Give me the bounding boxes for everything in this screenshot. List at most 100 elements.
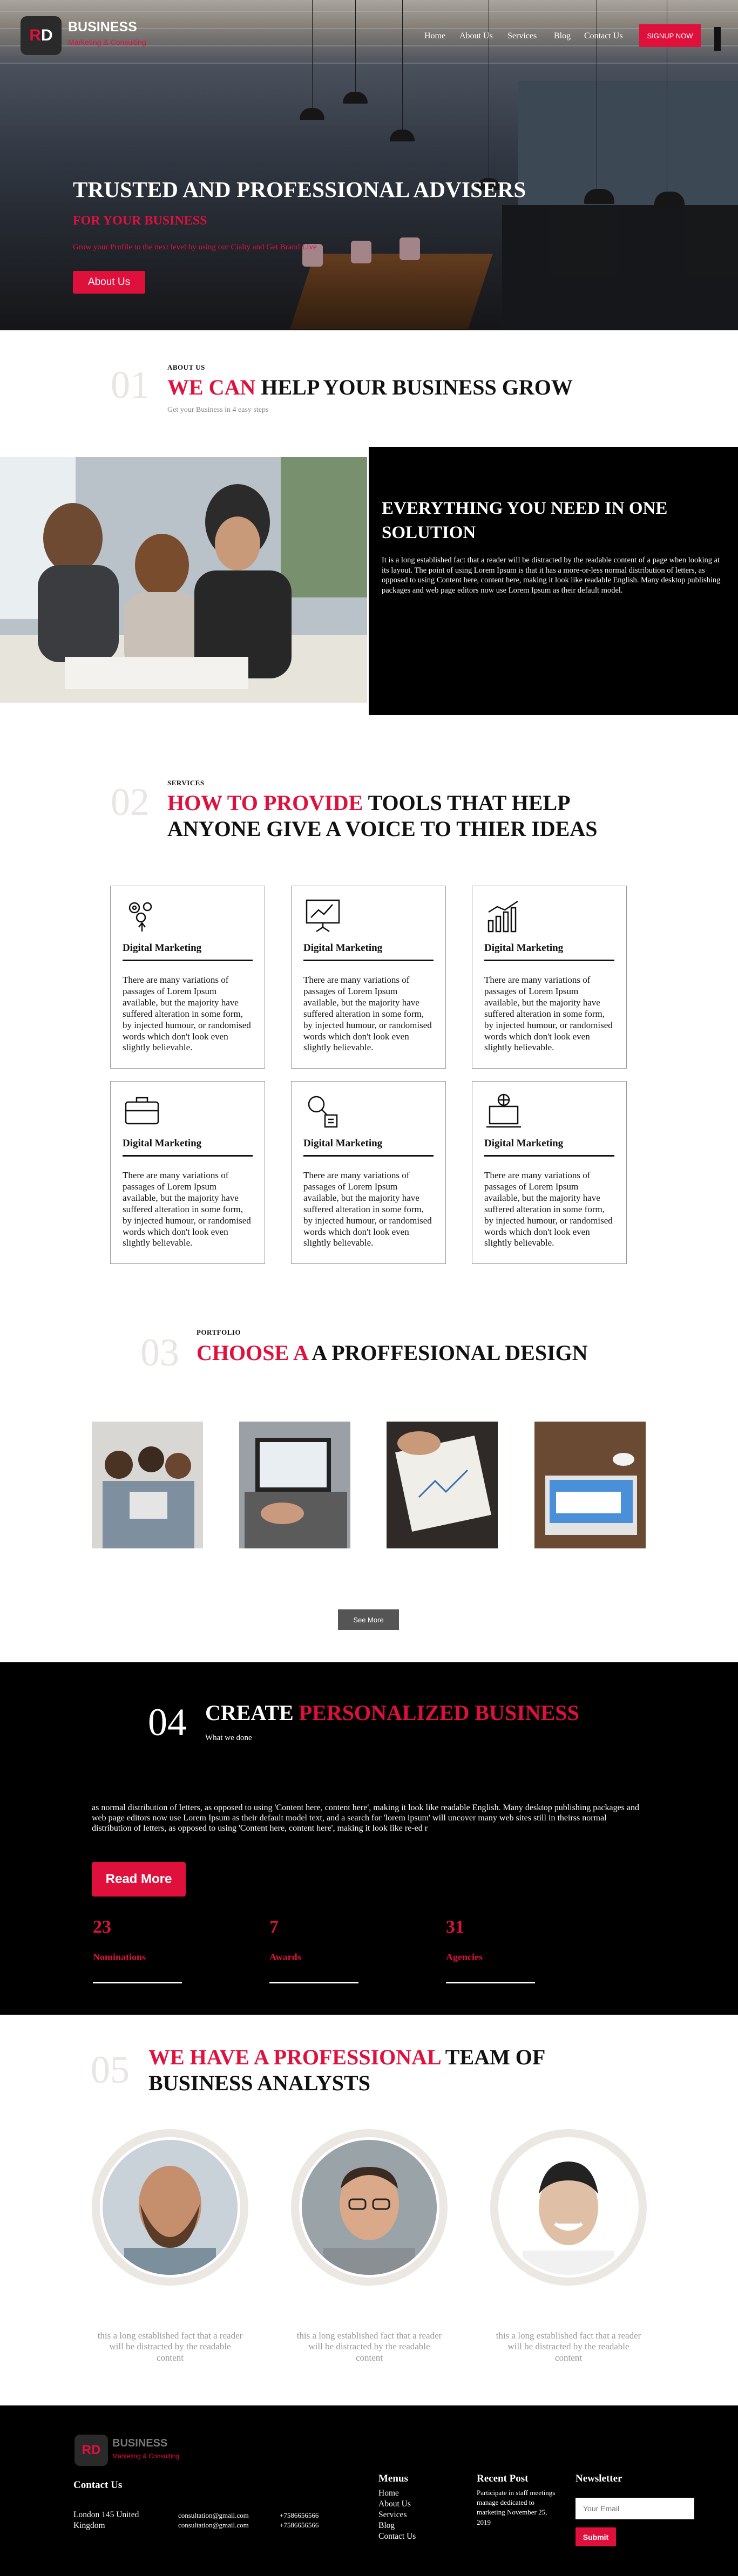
hero-title: TRUSTED AND PROFESSIONAL ADVISERS <box>73 177 526 202</box>
stat-label: Awards <box>269 1952 301 1962</box>
footer-phone[interactable]: +7586656566 <box>280 2520 319 2530</box>
footer-contact-heading: Contact Us <box>73 2479 123 2491</box>
service-card[interactable]: Digital Marketing There are many variati… <box>291 1081 446 1264</box>
stat-divider <box>446 1982 535 1983</box>
portfolio-image[interactable] <box>92 1422 203 1548</box>
team-member-photo[interactable] <box>92 2129 248 2286</box>
stat-divider <box>93 1982 182 1983</box>
read-more-button[interactable]: Read More <box>92 1862 186 1897</box>
section-subtitle: Get your Business in 4 easy steps <box>167 406 269 414</box>
page: RD BUSINESS Marketing & Consulting Home … <box>0 0 738 2576</box>
stat-number: 31 <box>446 1917 464 1937</box>
footer-newsletter-heading: Newsletter <box>575 2473 622 2484</box>
solution-text: It is a long established fact that a rea… <box>382 556 721 595</box>
section-number: 03 <box>140 1331 179 1374</box>
stat-divider <box>269 1982 358 1983</box>
service-card-title: Digital Marketing <box>123 1138 202 1149</box>
see-more-button[interactable]: See More <box>338 1609 399 1630</box>
service-card[interactable]: Digital Marketing There are many variati… <box>291 886 446 1069</box>
brand-tagline: Marketing & Consulting <box>68 38 146 46</box>
service-card[interactable]: Digital Marketing There are many variati… <box>472 886 627 1069</box>
section-title: WE CAN HELP YOUR BUSINESS GROW <box>167 375 573 399</box>
section-title: CREATE PERSONALIZED BUSINESS <box>205 1701 579 1725</box>
footer-menu-about[interactable]: About Us <box>378 2499 411 2510</box>
service-card-text: There are many variations of passages of… <box>303 1170 432 1248</box>
global-laptop-icon <box>486 1093 521 1128</box>
section-number: 01 <box>111 363 150 406</box>
menu-toggle-bar[interactable] <box>714 27 721 51</box>
section-number: 04 <box>148 1701 187 1744</box>
newsletter-submit-button[interactable]: Submit <box>575 2527 616 2546</box>
stat-label: Agencies <box>446 1952 483 1962</box>
service-card[interactable]: Digital Marketing There are many variati… <box>110 1081 265 1264</box>
section-number: 05 <box>91 2048 130 2091</box>
section-number: 02 <box>111 780 150 824</box>
portfolio-image[interactable] <box>239 1422 350 1548</box>
service-card-title: Digital Marketing <box>123 942 202 954</box>
service-card[interactable]: Digital Marketing There are many variati… <box>472 1081 627 1264</box>
footer-email[interactable]: consultation@gmail.com <box>178 2520 249 2530</box>
logo[interactable]: RD <box>21 16 62 55</box>
footer-logo[interactable]: RD <box>75 2435 108 2466</box>
footer-menus-heading: Menus <box>378 2473 408 2484</box>
footer-menu-services[interactable]: Services <box>378 2510 407 2520</box>
footer-recent-post[interactable]: Participate in staff meetings manage ded… <box>477 2488 558 2527</box>
presentation-chart-icon <box>306 899 340 933</box>
service-card-title: Digital Marketing <box>303 1138 383 1149</box>
service-card-title: Digital Marketing <box>303 942 383 954</box>
service-card-text: There are many variations of passages of… <box>123 975 251 1053</box>
section-eyebrow: SERVICES <box>167 779 205 787</box>
team-working-image <box>0 457 367 703</box>
gears-icon <box>128 902 152 932</box>
footer-logo-mark: RD <box>82 2443 101 2457</box>
stat-label: Nominations <box>93 1952 146 1962</box>
footer-brand-tagline: Marketing & Consulting <box>112 2452 180 2460</box>
logo-mark: RD <box>29 26 53 44</box>
nav-home[interactable]: Home <box>424 31 445 41</box>
stat-number: 23 <box>93 1917 111 1937</box>
signup-button[interactable]: SIGNUP NOW <box>639 24 701 47</box>
service-card-title: Digital Marketing <box>484 1138 564 1149</box>
footer-menu-contact[interactable]: Contact Us <box>378 2531 416 2542</box>
portfolio-image[interactable] <box>387 1422 498 1548</box>
section-title: WE HAVE A PROFESSIONAL TEAM OF BUSINESS A… <box>148 2045 546 2095</box>
solution-title: EVERYTHING YOU NEED IN ONE SOLUTION <box>382 499 668 542</box>
footer-address: London 145 United Kingdom <box>73 2510 139 2531</box>
portfolio-image[interactable] <box>534 1422 646 1548</box>
service-card-text: There are many variations of passages of… <box>303 975 432 1053</box>
section-subtitle: What we done <box>205 1734 252 1742</box>
footer-menu-blog[interactable]: Blog <box>378 2520 395 2531</box>
footer-email[interactable]: consultation@gmail.com <box>178 2511 249 2520</box>
footer-brand-name: BUSINESS <box>112 2437 168 2449</box>
stat-number: 7 <box>269 1917 279 1937</box>
hero-subtitle: FOR YOUR BUSINESS <box>73 214 207 228</box>
brand-name: BUSINESS <box>68 19 137 35</box>
team-member-caption: this a long established fact that a read… <box>496 2330 641 2363</box>
footer-phone[interactable]: +7586656566 <box>280 2511 319 2520</box>
nav-services[interactable]: Services <box>507 31 537 41</box>
service-card-text: There are many variations of passages of… <box>123 1170 251 1248</box>
team-member-photo[interactable] <box>291 2129 448 2286</box>
nav-blog[interactable]: Blog <box>554 31 571 41</box>
search-analytics-icon <box>308 1096 338 1128</box>
service-card-text: There are many variations of passages of… <box>484 975 613 1053</box>
section-eyebrow: PORTFOLIO <box>197 1328 241 1336</box>
bar-chart-growth-icon <box>488 900 518 933</box>
section-title: CHOOSE A A PROFFESIONAL DESIGN <box>197 1341 588 1365</box>
team-member-caption: this a long established fact that a read… <box>296 2330 442 2363</box>
footer-menu-home[interactable]: Home <box>378 2488 399 2499</box>
hero-tagline: Grow your Profile to the next level by u… <box>73 243 317 252</box>
briefcase-icon <box>125 1097 159 1125</box>
team-member-photo[interactable] <box>490 2129 647 2286</box>
newsletter-email-input[interactable] <box>575 2498 694 2519</box>
create-text: as normal distribution of letters, as op… <box>92 1803 639 1833</box>
service-card-text: There are many variations of passages of… <box>484 1170 613 1248</box>
footer-recent-heading: Recent Post <box>477 2473 529 2484</box>
service-card-title: Digital Marketing <box>484 942 564 954</box>
team-member-caption: this a long established fact that a read… <box>97 2330 243 2363</box>
nav-contact[interactable]: Contact Us <box>584 31 623 41</box>
service-card[interactable]: Digital Marketing There are many variati… <box>110 886 265 1069</box>
about-us-button[interactable]: About Us <box>73 271 145 294</box>
nav-about[interactable]: About Us <box>459 31 493 41</box>
section-eyebrow: ABOUT US <box>167 363 205 371</box>
